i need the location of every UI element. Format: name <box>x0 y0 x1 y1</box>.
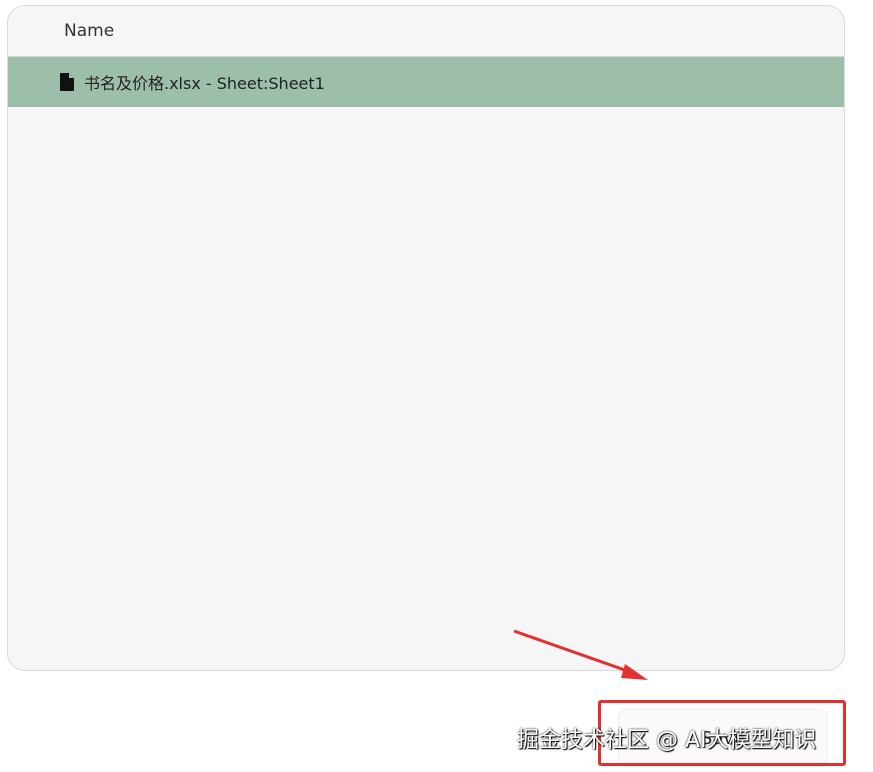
file-list-panel: Name 书名及价格.xlsx - Sheet:Sheet1 <box>7 5 845 671</box>
screenshot-stage: Name 书名及价格.xlsx - Sheet:Sheet1 Save 掘金技术… <box>0 0 873 772</box>
watermark-text: 掘金技术社区 @ AI大模型知识 <box>517 728 817 753</box>
column-header-label: Name <box>64 21 115 41</box>
column-header-name[interactable]: Name <box>8 6 844 56</box>
file-name-label: 书名及价格.xlsx - Sheet:Sheet1 <box>84 74 325 93</box>
file-list-item[interactable]: 书名及价格.xlsx - Sheet:Sheet1 <box>8 56 844 107</box>
file-icon <box>60 73 74 91</box>
